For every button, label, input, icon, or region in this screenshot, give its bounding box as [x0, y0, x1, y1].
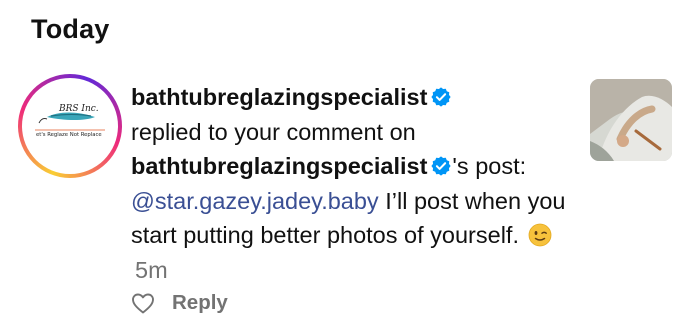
avatar: BRS Inc. et's Reglaze Not Replace [25, 81, 115, 171]
logo-tagline: et's Reglaze Not Replace [36, 132, 102, 138]
winking-face-emoji-icon [528, 223, 551, 247]
post-thumbnail-image [590, 79, 672, 161]
logo-text: BRS Inc. [58, 104, 99, 114]
heart-icon[interactable] [131, 292, 155, 314]
verified-badge-icon [431, 87, 452, 107]
reply-button[interactable]: Reply [172, 291, 228, 315]
mention-link[interactable]: @star.gazey.jadey.baby [131, 188, 379, 214]
action-text: replied to your comment on [131, 118, 416, 145]
verified-badge-icon [431, 156, 452, 176]
avatar-story-ring[interactable]: BRS Inc. et's Reglaze Not Replace [18, 74, 122, 178]
brs-logo: BRS Inc. et's Reglaze Not Replace [25, 81, 115, 171]
notification-text: bathtubreglazingspecialist replied to yo… [131, 80, 586, 287]
timestamp: 5m [135, 256, 168, 283]
notification-item: BRS Inc. et's Reglaze Not Replace bathtu… [0, 0, 700, 325]
username[interactable]: bathtubreglazingspecialist [131, 84, 427, 110]
post-thumbnail[interactable] [590, 79, 672, 161]
post-suffix: 's post: [452, 153, 527, 179]
notification-actions: Reply [131, 287, 228, 319]
post-owner-username[interactable]: bathtubreglazingspecialist [131, 153, 427, 179]
